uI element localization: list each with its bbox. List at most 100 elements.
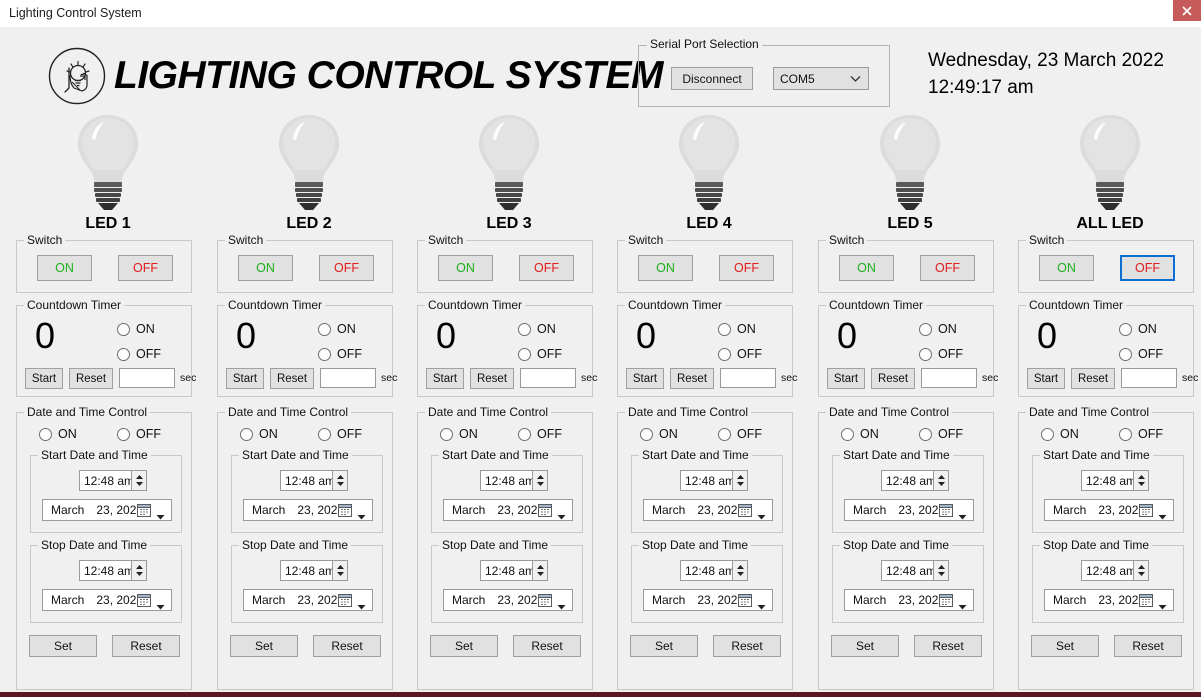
dtc-radio-on-2[interactable]: ON: [240, 427, 278, 441]
start-date-picker-2[interactable]: March 23, 2022: [243, 499, 373, 521]
start-calendar-icon-2[interactable]: [338, 503, 352, 522]
close-button[interactable]: [1173, 0, 1201, 21]
timer-radio-off-5[interactable]: OFF: [919, 347, 963, 361]
timer-start-button-1[interactable]: Start: [25, 368, 63, 389]
dtc-reset-button-6[interactable]: Reset: [1114, 635, 1182, 657]
stop-date-picker-2[interactable]: March 23, 2022: [243, 589, 373, 611]
start-time-spinner-5[interactable]: [933, 471, 948, 490]
timer-reset-button-2[interactable]: Reset: [270, 368, 314, 389]
dtc-reset-button-1[interactable]: Reset: [112, 635, 180, 657]
timer-radio-off-4[interactable]: OFF: [718, 347, 762, 361]
stop-date-chevron-2[interactable]: [357, 598, 366, 616]
start-time-spinner-6[interactable]: [1133, 471, 1148, 490]
dtc-radio-off-2[interactable]: OFF: [318, 427, 362, 441]
dtc-radio-off-3[interactable]: OFF: [518, 427, 562, 441]
switch-on-button-5[interactable]: ON: [839, 255, 894, 281]
stop-time-spinner-1[interactable]: [131, 561, 146, 580]
timer-radio-on-4[interactable]: ON: [718, 322, 756, 336]
timer-start-button-5[interactable]: Start: [827, 368, 865, 389]
stop-time-picker-3[interactable]: 12:48 am: [480, 560, 548, 581]
timer-reset-button-5[interactable]: Reset: [871, 368, 915, 389]
stop-time-picker-5[interactable]: 12:48 am: [881, 560, 949, 581]
timer-seconds-input-4[interactable]: [720, 368, 776, 388]
start-calendar-icon-5[interactable]: [939, 503, 953, 522]
start-time-picker-2[interactable]: 12:48 am: [280, 470, 348, 491]
stop-date-picker-6[interactable]: March 23, 2022: [1044, 589, 1174, 611]
switch-on-button-4[interactable]: ON: [638, 255, 693, 281]
timer-seconds-input-3[interactable]: [520, 368, 576, 388]
timer-seconds-input-6[interactable]: [1121, 368, 1177, 388]
timer-radio-off-2[interactable]: OFF: [318, 347, 362, 361]
timer-start-button-4[interactable]: Start: [626, 368, 664, 389]
timer-radio-off-6[interactable]: OFF: [1119, 347, 1163, 361]
timer-seconds-input-5[interactable]: [921, 368, 977, 388]
stop-calendar-icon-3[interactable]: [538, 593, 552, 612]
stop-time-picker-6[interactable]: 12:48 am: [1081, 560, 1149, 581]
timer-start-button-2[interactable]: Start: [226, 368, 264, 389]
stop-date-chevron-6[interactable]: [1158, 598, 1167, 616]
stop-date-picker-5[interactable]: March 23, 2022: [844, 589, 974, 611]
start-calendar-icon-3[interactable]: [538, 503, 552, 522]
start-time-picker-5[interactable]: 12:48 am: [881, 470, 949, 491]
dtc-radio-on-5[interactable]: ON: [841, 427, 879, 441]
dtc-radio-on-6[interactable]: ON: [1041, 427, 1079, 441]
dtc-set-button-1[interactable]: Set: [29, 635, 97, 657]
start-time-spinner-3[interactable]: [532, 471, 547, 490]
dtc-radio-on-1[interactable]: ON: [39, 427, 77, 441]
stop-time-spinner-3[interactable]: [532, 561, 547, 580]
stop-calendar-icon-2[interactable]: [338, 593, 352, 612]
stop-date-chevron-4[interactable]: [757, 598, 766, 616]
timer-radio-on-3[interactable]: ON: [518, 322, 556, 336]
start-date-chevron-1[interactable]: [156, 508, 165, 526]
dtc-reset-button-5[interactable]: Reset: [914, 635, 982, 657]
timer-seconds-input-1[interactable]: [119, 368, 175, 388]
start-date-chevron-2[interactable]: [357, 508, 366, 526]
dtc-set-button-3[interactable]: Set: [430, 635, 498, 657]
stop-calendar-icon-5[interactable]: [939, 593, 953, 612]
start-date-picker-4[interactable]: March 23, 2022: [643, 499, 773, 521]
stop-time-spinner-4[interactable]: [732, 561, 747, 580]
stop-date-chevron-1[interactable]: [156, 598, 165, 616]
timer-seconds-input-2[interactable]: [320, 368, 376, 388]
start-time-picker-3[interactable]: 12:48 am: [480, 470, 548, 491]
timer-reset-button-6[interactable]: Reset: [1071, 368, 1115, 389]
dtc-radio-off-5[interactable]: OFF: [919, 427, 963, 441]
start-calendar-icon-6[interactable]: [1139, 503, 1153, 522]
timer-start-button-6[interactable]: Start: [1027, 368, 1065, 389]
timer-radio-on-6[interactable]: ON: [1119, 322, 1157, 336]
dtc-radio-on-3[interactable]: ON: [440, 427, 478, 441]
timer-start-button-3[interactable]: Start: [426, 368, 464, 389]
stop-date-chevron-3[interactable]: [557, 598, 566, 616]
stop-date-picker-1[interactable]: March 23, 2022: [42, 589, 172, 611]
switch-off-button-6[interactable]: OFF: [1120, 255, 1175, 281]
dtc-radio-off-4[interactable]: OFF: [718, 427, 762, 441]
dtc-set-button-5[interactable]: Set: [831, 635, 899, 657]
stop-date-chevron-5[interactable]: [958, 598, 967, 616]
switch-on-button-1[interactable]: ON: [37, 255, 92, 281]
start-calendar-icon-1[interactable]: [137, 503, 151, 522]
stop-time-spinner-2[interactable]: [332, 561, 347, 580]
stop-calendar-icon-1[interactable]: [137, 593, 151, 612]
dtc-radio-on-4[interactable]: ON: [640, 427, 678, 441]
start-date-chevron-5[interactable]: [958, 508, 967, 526]
dtc-radio-off-6[interactable]: OFF: [1119, 427, 1163, 441]
dtc-set-button-6[interactable]: Set: [1031, 635, 1099, 657]
start-date-chevron-4[interactable]: [757, 508, 766, 526]
stop-calendar-icon-6[interactable]: [1139, 593, 1153, 612]
stop-time-picker-2[interactable]: 12:48 am: [280, 560, 348, 581]
timer-radio-on-2[interactable]: ON: [318, 322, 356, 336]
start-time-spinner-4[interactable]: [732, 471, 747, 490]
dtc-reset-button-4[interactable]: Reset: [713, 635, 781, 657]
stop-time-spinner-6[interactable]: [1133, 561, 1148, 580]
timer-reset-button-3[interactable]: Reset: [470, 368, 514, 389]
start-time-spinner-2[interactable]: [332, 471, 347, 490]
switch-off-button-1[interactable]: OFF: [118, 255, 173, 281]
start-time-picker-1[interactable]: 12:48 am: [79, 470, 147, 491]
start-date-chevron-6[interactable]: [1158, 508, 1167, 526]
dtc-radio-off-1[interactable]: OFF: [117, 427, 161, 441]
start-time-spinner-1[interactable]: [131, 471, 146, 490]
start-date-picker-6[interactable]: March 23, 2022: [1044, 499, 1174, 521]
start-date-picker-1[interactable]: March 23, 2022: [42, 499, 172, 521]
start-time-picker-6[interactable]: 12:48 am: [1081, 470, 1149, 491]
stop-calendar-icon-4[interactable]: [738, 593, 752, 612]
